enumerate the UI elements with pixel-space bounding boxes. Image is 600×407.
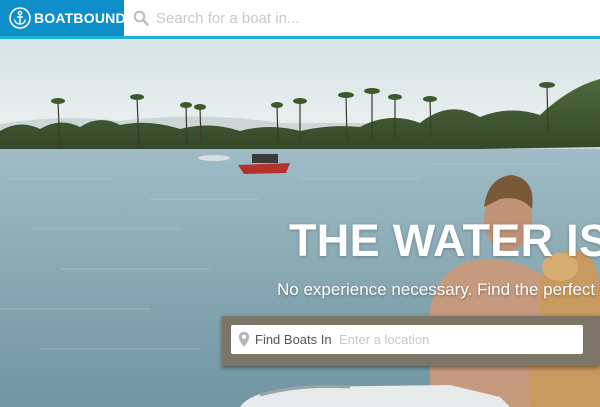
top-navigation-bar: BOATBOUND [0, 0, 600, 36]
brand-logo[interactable]: BOATBOUND [0, 0, 126, 36]
hero-subtitle: No experience necessary. Find the perfec… [277, 280, 600, 299]
location-search-panel: Find Boats In [222, 315, 600, 366]
search-icon [133, 10, 149, 26]
location-input[interactable] [339, 327, 575, 352]
boat-search-input[interactable] [156, 4, 586, 32]
hero-title: THE WATER IS [289, 215, 600, 266]
brand-name: BOATBOUND [34, 10, 126, 26]
find-boats-in-label: Find Boats In [255, 332, 332, 347]
anchor-icon [9, 7, 31, 29]
location-search-box[interactable]: Find Boats In [231, 325, 583, 354]
map-pin-icon [238, 331, 250, 347]
